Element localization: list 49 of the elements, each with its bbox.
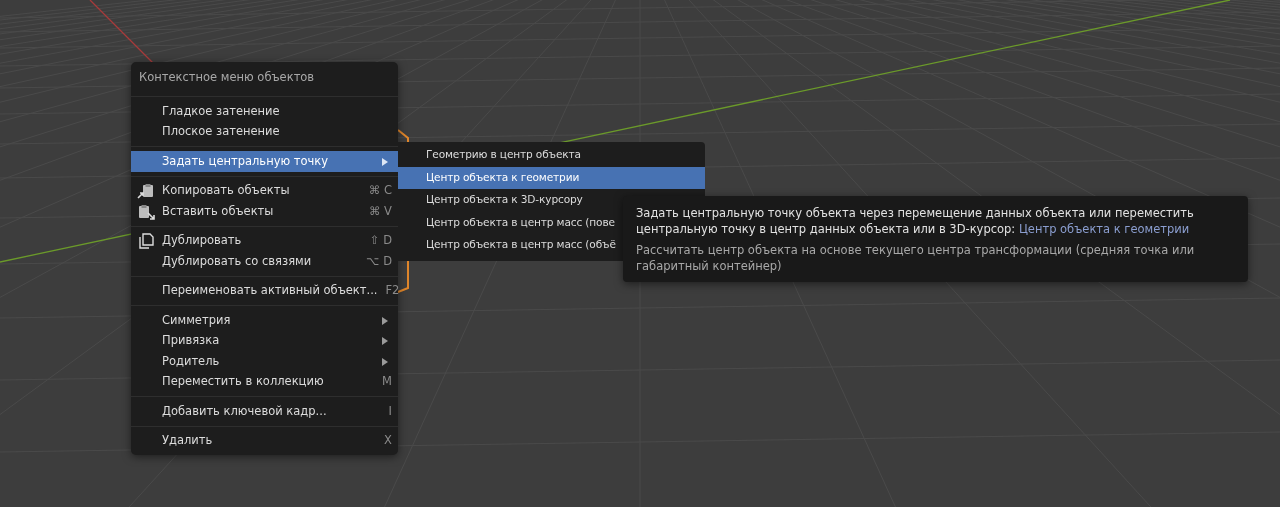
menu-item-label: Гладкое затенение (162, 102, 281, 120)
shortcut-label: I (388, 402, 392, 420)
menu-item[interactable]: Симметрия (131, 310, 398, 331)
paste-icon (137, 203, 155, 220)
menu-item-label: Добавить ключевой кадр... (162, 402, 328, 420)
shortcut-label: F2 (385, 282, 400, 300)
menu-item[interactable]: Переместить в коллекцию M (131, 371, 398, 393)
menu-item[interactable]: Вставить объекты ⌘ V (131, 201, 398, 222)
shortcut-label: ⇧ D (369, 232, 392, 250)
shortcut-label: ⌘ V (368, 202, 392, 220)
menu-item[interactable]: Добавить ключевой кадр... I (131, 401, 398, 422)
submenu-arrow-icon (382, 337, 388, 345)
menu-item-label: Переместить в коллекцию (162, 373, 325, 391)
menu-item-label: Симметрия (162, 311, 232, 329)
menu-item[interactable]: Копировать объекты ⌘ C (131, 180, 398, 202)
submenu-arrow-icon (382, 316, 388, 325)
menu-item-label: Привязка (162, 332, 221, 350)
menu-item-label: Дублировать (162, 232, 243, 250)
submenu-item[interactable]: Центр объекта к геометрии (398, 166, 705, 189)
menu-item[interactable]: Удалить X (131, 430, 398, 452)
copy-icon (137, 183, 155, 199)
operator-name: Центр объекта к геометрии (1018, 222, 1190, 236)
shortcut-label: X (384, 432, 392, 450)
menu-item-label: Удалить (162, 432, 214, 450)
tooltip-description: Задать центральную точку объекта через перемещение данных объекта или переместить центральную точку в центр данных объекта или в 3D-курсор: Центр объекта к геометрии (636, 205, 1195, 237)
submenu-arrow-icon (382, 357, 388, 366)
menu-item[interactable]: Переименовать активный объект... F2 (131, 280, 398, 302)
menu-item-label: Плоское затенение (162, 123, 281, 141)
submenu-arrow-icon (382, 157, 388, 166)
shortcut-label: M (382, 373, 392, 391)
menu-item-label: Вставить объекты (162, 202, 275, 220)
menu-item[interactable]: Родитель (131, 351, 398, 372)
submenu-item[interactable]: Геометрию в центр объекта (398, 144, 705, 167)
tooltip-detail: Рассчитать центр объекта на основе текущего центра трансформации (средняя точка или габаритный контейнер) (636, 242, 1196, 274)
menu-item-label: Родитель (162, 352, 221, 370)
shortcut-label: ⌥ D (366, 252, 392, 270)
menu-item-label: Переименовать активный объект... (162, 282, 378, 300)
menu-item[interactable]: Гладкое затенение (131, 101, 398, 122)
menu-item-label: Копировать объекты (162, 182, 291, 200)
menu-item[interactable]: Плоское затенение (131, 121, 398, 143)
menu-item[interactable]: Дублировать ⇧ D (131, 230, 398, 252)
duplicate-icon (137, 233, 155, 249)
shortcut-label: ⌘ C (368, 182, 392, 200)
menu-title: Контекстное меню объектов (138, 69, 316, 86)
menu-item-label: Дублировать со связями (162, 252, 313, 270)
menu-item[interactable]: Дублировать со связями ⌥ D (131, 251, 398, 272)
menu-item[interactable]: Привязка (131, 330, 398, 352)
menu-item-label: Задать центральную точку (162, 152, 330, 170)
menu-item[interactable]: Задать центральную точку (131, 151, 398, 172)
